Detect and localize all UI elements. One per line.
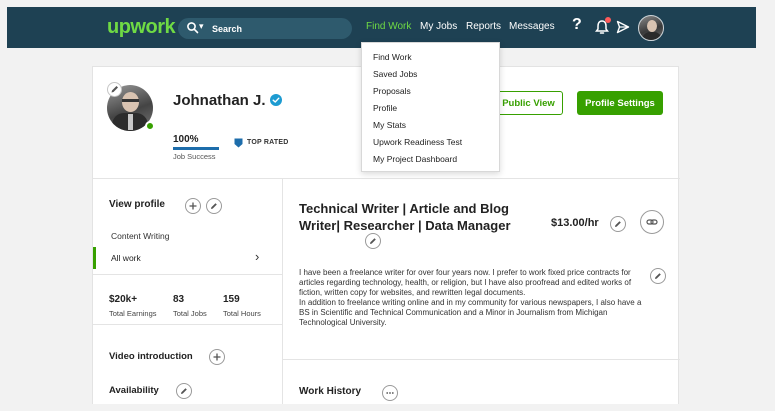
availability-heading: Availability (109, 385, 159, 396)
stat-total-earnings-value: $20k+ (109, 294, 138, 305)
profile-name: Johnathan J. (173, 92, 266, 109)
send-icon[interactable] (616, 20, 630, 34)
verified-icon (270, 94, 282, 106)
add-specialized-profile-button[interactable] (185, 198, 201, 214)
avatar-face (647, 20, 657, 32)
stat-total-jobs-label: Total Jobs (173, 309, 207, 318)
edit-view-profile-button[interactable] (206, 198, 222, 214)
menu-item-readiness-test[interactable]: Upwork Readiness Test (373, 137, 462, 147)
chevron-down-icon[interactable]: ▾ (199, 21, 204, 32)
top-rated-label: TOP RATED (247, 139, 289, 146)
notification-dot (605, 17, 611, 23)
search-box[interactable]: ▾ (178, 18, 352, 39)
nav-messages[interactable]: Messages (509, 21, 555, 32)
public-view-button[interactable]: Public View (494, 91, 563, 115)
add-video-button[interactable] (209, 349, 225, 365)
stat-total-hours-label: Total Hours (223, 309, 261, 318)
user-avatar[interactable] (638, 15, 664, 41)
header-divider (93, 178, 680, 179)
job-success-label: Job Success (173, 152, 216, 161)
search-input[interactable] (212, 21, 342, 36)
sidebar-divider-1 (93, 274, 282, 275)
job-success-bar (173, 147, 219, 150)
hourly-rate: $13.00/hr (551, 217, 599, 229)
photo-face (122, 92, 139, 112)
menu-item-saved-jobs[interactable]: Saved Jobs (373, 69, 417, 79)
pencil-icon (111, 86, 118, 93)
edit-availability-button[interactable] (176, 383, 192, 399)
stat-total-earnings-label: Total Earnings (109, 309, 157, 318)
search-icon[interactable] (186, 21, 200, 35)
nav-find-work[interactable]: Find Work (366, 21, 411, 32)
pencil-icon (211, 203, 217, 209)
more-icon (386, 392, 394, 394)
app-frame: upwork ▾ Find Work My Jobs Reports Messa… (7, 7, 756, 404)
menu-item-my-stats[interactable]: My Stats (373, 120, 406, 130)
chevron-right-icon[interactable]: › (255, 249, 259, 264)
profile-title: Technical Writer | Article and Blog Writ… (299, 201, 511, 233)
menu-item-project-dashboard[interactable]: My Project Dashboard (373, 154, 457, 164)
sidebar-divider-2 (93, 324, 282, 325)
photo-tie (128, 114, 133, 130)
work-history-heading: Work History (299, 386, 362, 397)
overview-paragraph-1: I have been a freelance writer for over … (299, 268, 632, 297)
pencil-icon (370, 238, 376, 244)
work-history-more-button[interactable] (382, 385, 398, 401)
overview-paragraph-2: In addition to freelance writing online … (299, 298, 642, 327)
copy-link-button[interactable] (640, 210, 664, 234)
job-success-value: 100% (173, 134, 199, 145)
plus-icon (213, 353, 221, 361)
edit-title-button[interactable] (365, 233, 381, 249)
edit-rate-button[interactable] (610, 216, 626, 232)
online-status-dot (145, 121, 155, 131)
edit-photo-button[interactable] (107, 82, 122, 97)
pencil-icon (655, 273, 661, 279)
selected-indicator (93, 247, 96, 269)
avatar-suit (642, 32, 662, 40)
menu-item-find-work[interactable]: Find Work (373, 52, 412, 62)
nav-reports[interactable]: Reports (466, 21, 501, 32)
link-icon (646, 219, 658, 225)
menu-item-profile[interactable]: Profile (373, 103, 397, 113)
menu-item-proposals[interactable]: Proposals (373, 86, 411, 96)
view-profile-heading: View profile (109, 199, 165, 210)
sidebar-item-content-writing[interactable]: Content Writing (111, 231, 169, 241)
video-introduction-heading: Video introduction (109, 351, 193, 362)
column-divider (282, 178, 283, 404)
job-success-bar-fill (173, 147, 219, 150)
profile-overview: I have been a freelance writer for over … (299, 268, 644, 328)
plus-icon (189, 202, 197, 210)
pencil-icon (181, 388, 187, 394)
stat-total-jobs-value: 83 (173, 294, 185, 305)
main-divider (282, 359, 680, 360)
edit-overview-button[interactable] (650, 268, 666, 284)
pencil-icon (615, 221, 621, 227)
help-icon[interactable]: ? (572, 16, 582, 34)
photo-glasses (122, 99, 139, 102)
sidebar-item-all-work[interactable]: All work (111, 253, 141, 263)
upwork-logo[interactable]: upwork (107, 16, 176, 39)
top-rated-badge-icon (234, 138, 243, 148)
stat-total-hours-value: 159 (223, 294, 240, 305)
profile-settings-button[interactable]: Profile Settings (577, 91, 663, 115)
nav-my-jobs[interactable]: My Jobs (420, 21, 457, 32)
find-work-dropdown-menu: Find Work Saved Jobs Proposals Profile M… (361, 42, 500, 172)
